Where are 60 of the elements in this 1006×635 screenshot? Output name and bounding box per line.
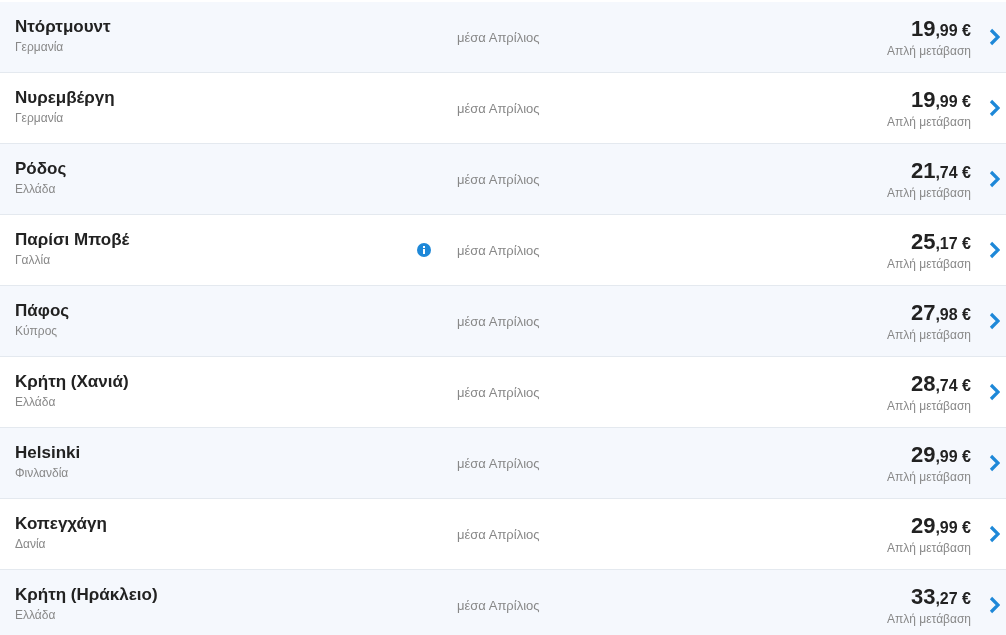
- trip-type: Απλή μετάβαση: [887, 541, 971, 555]
- city-name: Ρόδος: [15, 159, 68, 179]
- destination-row[interactable]: Πάφος Κύπρος μέσα Απρίλιος 27,98 € Απλή μετάβαση: [0, 286, 1006, 357]
- country-name: Ελλάδα: [15, 395, 57, 409]
- trip-type: Απλή μετάβαση: [887, 257, 971, 271]
- trip-type: Απλή μετάβαση: [887, 115, 971, 129]
- trip-type: Απλή μετάβαση: [887, 399, 971, 413]
- trip-type: Απλή μετάβαση: [887, 44, 971, 58]
- travel-date: μέσα Απρίλιος: [457, 29, 541, 45]
- country-name: Ελλάδα: [15, 182, 57, 196]
- travel-date: μέσα Απρίλιος: [457, 171, 541, 187]
- price: 19,99 €: [910, 87, 971, 113]
- city-name: Ντόρτμουντ: [15, 17, 112, 37]
- travel-date: μέσα Απρίλιος: [457, 526, 541, 542]
- city-name: Πάφος: [15, 301, 71, 321]
- price: 27,98 €: [910, 300, 971, 326]
- travel-date: μέσα Απρίλιος: [457, 597, 541, 613]
- city-name: Παρίσι Μποβέ: [15, 230, 131, 250]
- travel-date: μέσα Απρίλιος: [457, 100, 541, 116]
- travel-date: μέσα Απρίλιος: [457, 384, 541, 400]
- trip-type: Απλή μετάβαση: [887, 470, 971, 484]
- price: 25,17 €: [910, 229, 971, 255]
- country-name: Γερμανία: [15, 40, 65, 54]
- destination-row[interactable]: Ντόρτμουντ Γερμανία μέσα Απρίλιος 19,99 € Απλή μετάβαση: [0, 2, 1006, 73]
- price: 29,99 €: [910, 513, 971, 539]
- city-name: Κοπεγχάγη: [15, 514, 108, 534]
- price: 28,74 €: [910, 371, 971, 397]
- city-name: Κρήτη (Χανιά): [15, 372, 130, 392]
- city-name: Νυρεμβέργη: [15, 88, 116, 108]
- city-name: Κρήτη (Ηράκλειο): [15, 585, 159, 605]
- price: 33,27 €: [910, 584, 971, 610]
- chevron-right-icon[interactable]: [989, 312, 1000, 330]
- travel-date: μέσα Απρίλιος: [457, 455, 541, 471]
- destination-row[interactable]: Helsinki Φινλανδία μέσα Απρίλιος 29,99 € Απλή μετάβαση: [0, 428, 1006, 499]
- chevron-right-icon[interactable]: [989, 454, 1000, 472]
- chevron-right-icon[interactable]: [989, 170, 1000, 188]
- chevron-right-icon[interactable]: [989, 28, 1000, 46]
- city-name: Helsinki: [15, 443, 82, 463]
- country-name: Κύπρος: [15, 324, 59, 338]
- price: 19,99 €: [910, 16, 971, 42]
- price: 29,99 €: [910, 442, 971, 468]
- destination-row[interactable]: Κρήτη (Ηράκλειο) Ελλάδα μέσα Απρίλιος 33,27 € Απλή μετάβαση: [0, 570, 1006, 635]
- country-name: Ελλάδα: [15, 608, 57, 622]
- country-name: Φινλανδία: [15, 466, 70, 480]
- trip-type: Απλή μετάβαση: [887, 328, 971, 342]
- price: 21,74 €: [910, 158, 971, 184]
- country-name: Γαλλία: [15, 253, 52, 267]
- trip-type: Απλή μετάβαση: [887, 612, 971, 626]
- chevron-right-icon[interactable]: [989, 596, 1000, 614]
- country-name: Γερμανία: [15, 111, 65, 125]
- trip-type: Απλή μετάβαση: [887, 186, 971, 200]
- chevron-right-icon[interactable]: [989, 525, 1000, 543]
- travel-date: μέσα Απρίλιος: [457, 313, 541, 329]
- chevron-right-icon[interactable]: [989, 383, 1000, 401]
- chevron-right-icon[interactable]: [989, 241, 1000, 259]
- travel-date: μέσα Απρίλιος: [457, 242, 541, 258]
- country-name: Δανία: [15, 537, 47, 551]
- destination-row[interactable]: Ρόδος Ελλάδα μέσα Απρίλιος 21,74 € Απλή μετάβαση: [0, 144, 1006, 215]
- info-icon[interactable]: [417, 243, 431, 257]
- chevron-right-icon[interactable]: [989, 99, 1000, 117]
